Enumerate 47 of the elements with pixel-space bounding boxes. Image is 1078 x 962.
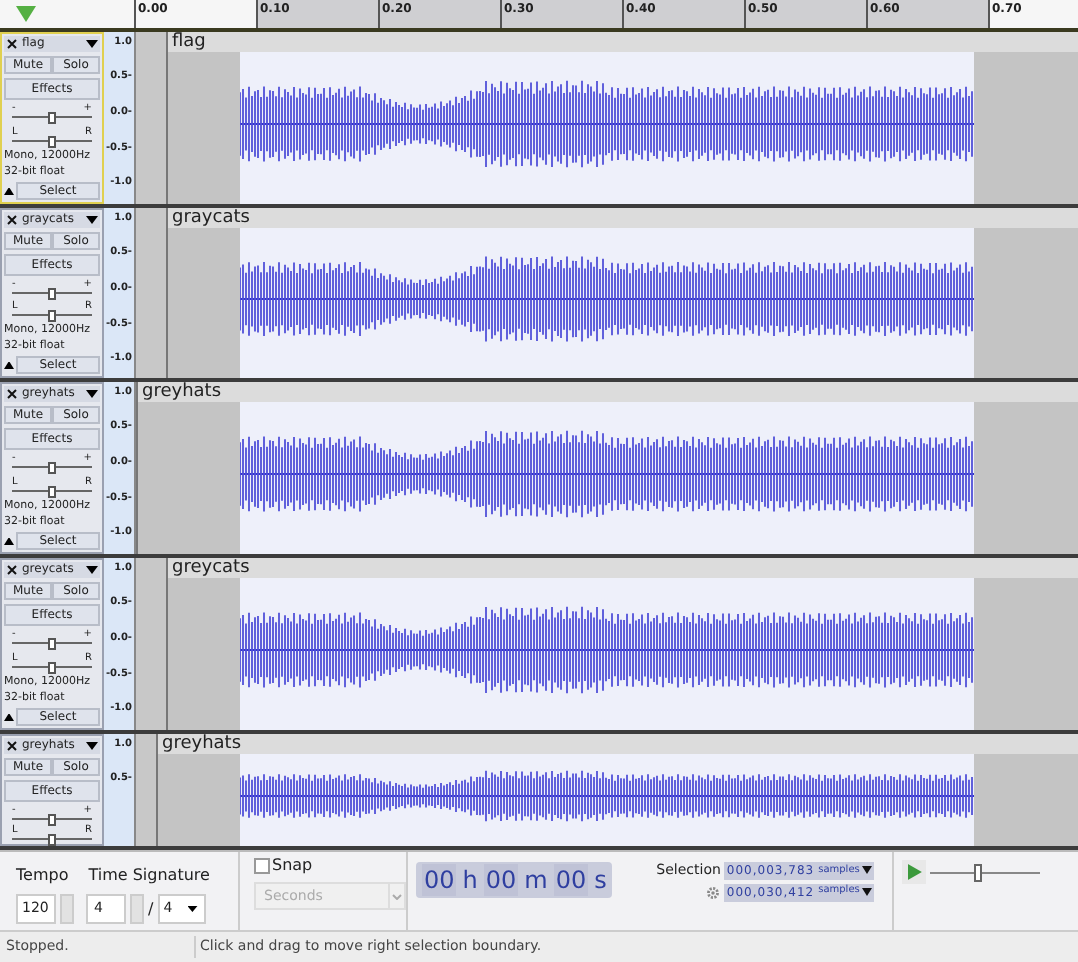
- dropdown-icon[interactable]: [861, 888, 872, 896]
- time-display[interactable]: 00 h 00 m 00 s: [416, 862, 613, 898]
- dropdown-icon[interactable]: [86, 390, 98, 398]
- audio-clip[interactable]: greyhats: [156, 734, 1078, 846]
- close-icon[interactable]: [6, 214, 18, 226]
- clip-name: greycats: [168, 558, 1078, 578]
- collapse-icon[interactable]: [4, 537, 14, 545]
- play-speed-slider[interactable]: [930, 864, 1041, 884]
- dropdown-icon: [187, 906, 198, 912]
- gain-slider[interactable]: [12, 288, 92, 300]
- pan-slider[interactable]: [12, 135, 92, 147]
- close-icon[interactable]: [6, 740, 18, 752]
- collapse-icon[interactable]: [4, 713, 14, 721]
- close-icon[interactable]: [6, 388, 18, 400]
- dropdown-icon[interactable]: [86, 742, 98, 750]
- time-signature-label: Time Signature: [88, 864, 210, 888]
- collapse-icon[interactable]: [4, 187, 14, 195]
- clip-name: greyhats: [138, 382, 1078, 402]
- close-icon[interactable]: [6, 38, 18, 50]
- dropdown-icon[interactable]: [86, 40, 98, 48]
- slash-label: /: [148, 897, 154, 921]
- gain-slider[interactable]: [12, 814, 92, 826]
- audio-clip[interactable]: greycats: [166, 558, 1078, 730]
- gain-slider[interactable]: [12, 638, 92, 650]
- clip-name: greyhats: [158, 734, 1078, 754]
- gain-slider[interactable]: [12, 112, 92, 124]
- audio-clip[interactable]: graycats: [166, 208, 1078, 378]
- snap-checkbox[interactable]: Snap: [254, 854, 406, 878]
- play-button[interactable]: [902, 860, 927, 884]
- play-head-icon[interactable]: [16, 6, 36, 22]
- chevron-down-icon: [392, 893, 402, 899]
- audio-clip[interactable]: flag: [166, 32, 1078, 204]
- pan-slider[interactable]: [12, 661, 92, 673]
- tempo-label: Tempo: [16, 864, 69, 888]
- clip-name: graycats: [168, 208, 1078, 228]
- dropdown-icon[interactable]: [86, 216, 98, 224]
- close-icon[interactable]: [6, 564, 18, 576]
- dropdown-icon[interactable]: [861, 866, 872, 875]
- collapse-icon[interactable]: [4, 361, 14, 369]
- audio-clip[interactable]: greyhats: [136, 382, 1078, 554]
- pan-slider[interactable]: [12, 834, 92, 846]
- clip-name: flag: [168, 32, 1078, 52]
- dropdown-icon[interactable]: [86, 566, 98, 574]
- settings-icon[interactable]: [706, 885, 721, 899]
- pan-slider[interactable]: [12, 485, 92, 497]
- pan-slider[interactable]: [12, 310, 92, 322]
- gain-slider[interactable]: [12, 462, 92, 474]
